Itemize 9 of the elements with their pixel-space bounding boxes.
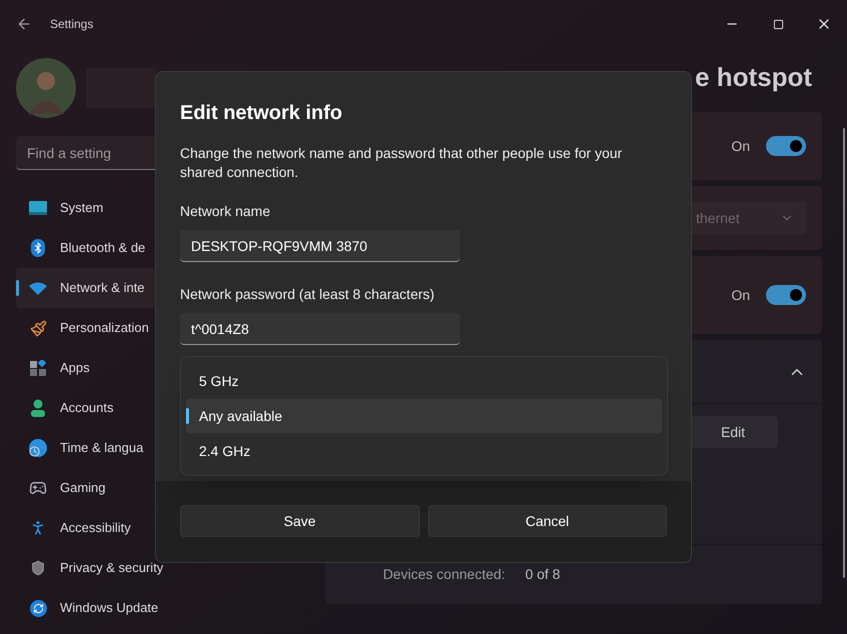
toggle-state-text: On: [731, 136, 750, 156]
dialog-title: Edit network info: [180, 101, 344, 126]
field-label: Network name: [180, 202, 272, 221]
devices-connected-value: 0 of 8: [525, 565, 560, 584]
toggle-state-text: On: [731, 286, 750, 304]
page-title: e hotspot: [695, 61, 812, 92]
window-title: Settings: [50, 16, 94, 33]
field-label: Network password (at least 8 characters): [180, 285, 436, 304]
devices-connected-label: Devices connected:: [383, 565, 506, 584]
